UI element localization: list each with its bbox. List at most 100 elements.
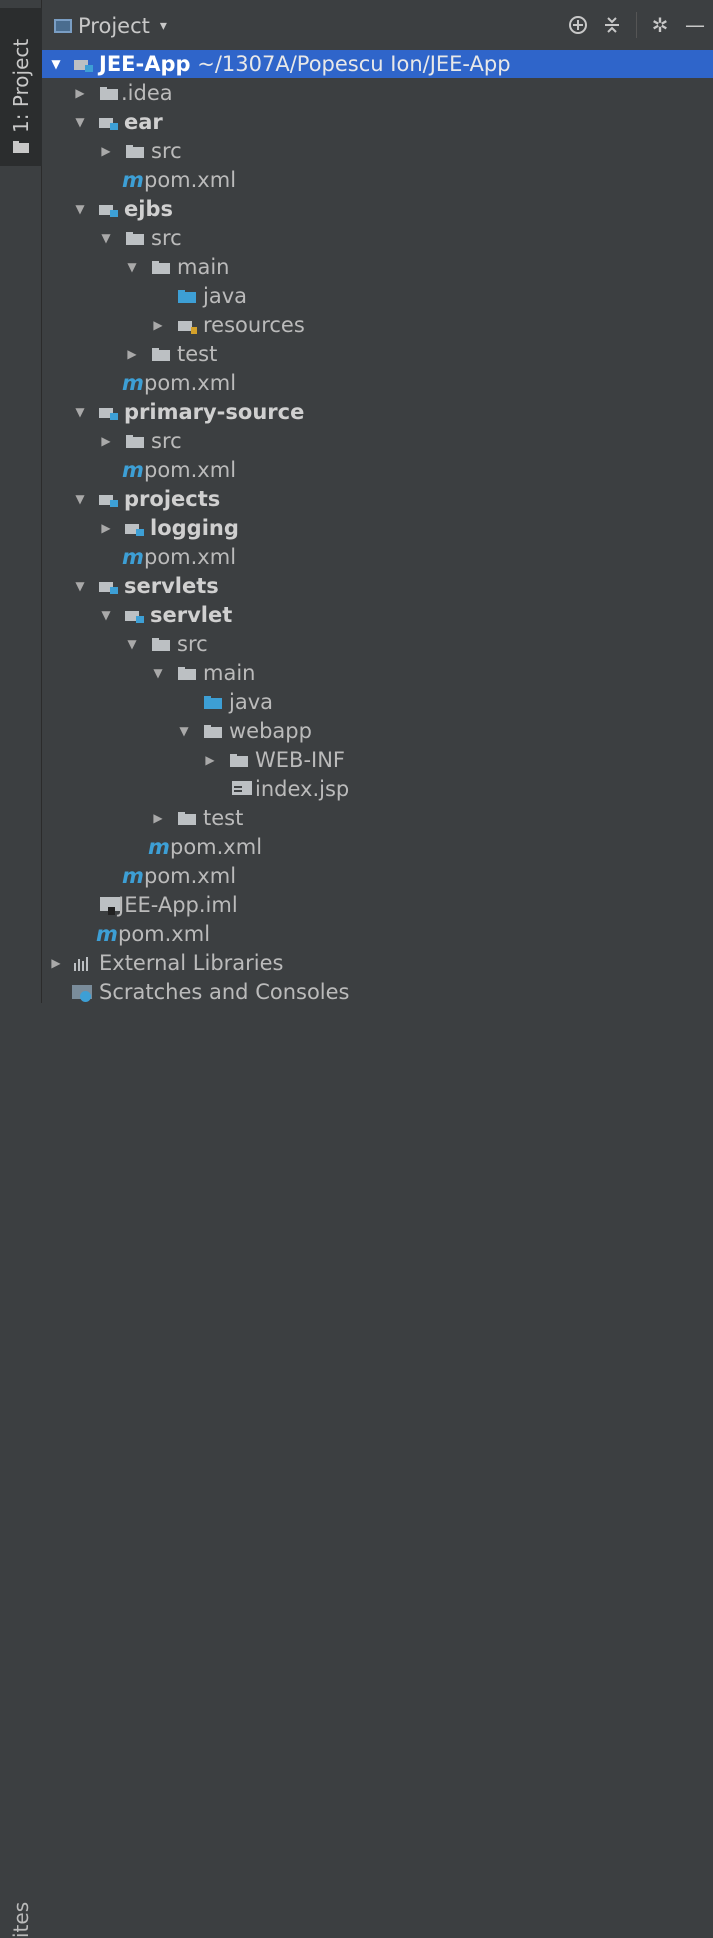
folder-icon bbox=[126, 145, 146, 159]
tree-row[interactable]: m pom.xml bbox=[42, 833, 713, 862]
expand-arrow-icon[interactable]: ▼ bbox=[72, 195, 88, 224]
expand-arrow-icon[interactable]: ▼ bbox=[48, 50, 64, 79]
module-icon bbox=[125, 609, 145, 623]
tree-row[interactable]: ▼ servlet bbox=[42, 601, 713, 630]
tree-row[interactable]: ▶ .idea bbox=[42, 79, 713, 108]
tree-item-label: WEB-INF bbox=[255, 748, 345, 772]
tree-row[interactable]: ▶ External Libraries bbox=[42, 949, 713, 978]
tree-row[interactable]: ▼ projects bbox=[42, 485, 713, 514]
tree-row[interactable]: ▼ ear bbox=[42, 108, 713, 137]
expand-arrow-icon[interactable]: ▶ bbox=[98, 137, 114, 166]
gear-icon[interactable]: ✲ bbox=[648, 12, 672, 38]
target-icon[interactable] bbox=[566, 12, 590, 38]
folder-icon bbox=[126, 435, 146, 449]
tree-row[interactable]: ▼ servlets bbox=[42, 572, 713, 601]
module-icon bbox=[74, 58, 94, 72]
source-folder-icon bbox=[178, 290, 198, 304]
expand-arrow-icon[interactable]: ▶ bbox=[202, 746, 218, 775]
folder-icon bbox=[152, 261, 172, 275]
expand-arrow-icon[interactable]: ▼ bbox=[98, 601, 114, 630]
tree-item-label: test bbox=[203, 806, 244, 830]
folder-icon bbox=[178, 812, 198, 826]
tree-row[interactable]: ▼ primary-source bbox=[42, 398, 713, 427]
module-icon bbox=[125, 522, 145, 536]
tree-row[interactable]: ▶ WEB-INF bbox=[42, 746, 713, 775]
tree-row[interactable]: m pom.xml bbox=[42, 862, 713, 891]
expand-arrow-icon[interactable]: ▼ bbox=[72, 572, 88, 601]
project-tool-tab-label: 1: Project bbox=[9, 38, 33, 133]
tree-row[interactable]: ▼ src bbox=[42, 224, 713, 253]
project-tool-tab[interactable]: 1: Project bbox=[0, 8, 42, 166]
view-selector[interactable]: Project ▾ bbox=[54, 12, 167, 40]
tree-row[interactable]: ▼ src bbox=[42, 630, 713, 659]
folder-icon bbox=[13, 141, 29, 153]
tree-item-label: index.jsp bbox=[255, 777, 350, 801]
expand-arrow-icon[interactable]: ▼ bbox=[150, 659, 166, 688]
tree-row[interactable]: ▼ main bbox=[42, 253, 713, 282]
tree-item-label: src bbox=[177, 632, 208, 656]
expand-arrow-icon[interactable]: ▶ bbox=[150, 311, 166, 340]
expand-arrow-icon[interactable]: ▼ bbox=[176, 717, 192, 746]
tree-item-label: ejbs bbox=[124, 197, 173, 221]
expand-arrow-icon[interactable]: ▼ bbox=[124, 630, 140, 659]
tree-row[interactable]: JEE-App.iml bbox=[42, 891, 713, 920]
module-icon bbox=[99, 580, 119, 594]
tree-row[interactable]: m pom.xml bbox=[42, 369, 713, 398]
tree-item-label: logging bbox=[150, 516, 239, 540]
tree-row[interactable]: index.jsp bbox=[42, 775, 713, 804]
tree-row[interactable]: ▶ resources bbox=[42, 311, 713, 340]
tree-item-label: webapp bbox=[229, 719, 312, 743]
tree-item-label: JEE-App.iml bbox=[118, 893, 238, 917]
expand-arrow-icon[interactable]: ▶ bbox=[72, 79, 88, 108]
module-icon bbox=[99, 203, 119, 217]
tree-row[interactable]: java bbox=[42, 282, 713, 311]
tree-row[interactable]: ▶ logging bbox=[42, 514, 713, 543]
tree-item-label: java bbox=[229, 690, 273, 714]
tree-item-label: pom.xml bbox=[144, 458, 237, 482]
collapse-icon[interactable] bbox=[600, 12, 624, 38]
root-module-path: ~/1307A/Popescu Ion/JEE-App bbox=[197, 52, 511, 76]
expand-arrow-icon[interactable]: ▼ bbox=[72, 485, 88, 514]
tree-item-label: projects bbox=[124, 487, 221, 511]
tree-row[interactable]: m pom.xml bbox=[42, 166, 713, 195]
tree-row[interactable]: m pom.xml bbox=[42, 920, 713, 949]
expand-arrow-icon[interactable]: ▼ bbox=[124, 253, 140, 282]
expand-arrow-icon[interactable]: ▼ bbox=[72, 108, 88, 137]
tree-item-label: servlet bbox=[150, 603, 233, 627]
expand-arrow-icon[interactable]: ▼ bbox=[72, 398, 88, 427]
expand-arrow-icon[interactable]: ▶ bbox=[98, 514, 114, 543]
expand-arrow-icon[interactable]: ▼ bbox=[98, 224, 114, 253]
tree-item-label: servlets bbox=[124, 574, 219, 598]
tree-row-root[interactable]: ▼ JEE-App ~/1307A/Popescu Ion/JEE-App bbox=[42, 50, 713, 78]
module-icon bbox=[99, 493, 119, 507]
tree-item-label: pom.xml bbox=[170, 835, 263, 859]
maven-icon: m bbox=[122, 371, 144, 395]
tree-row[interactable]: java bbox=[42, 688, 713, 717]
tree-item-label: resources bbox=[203, 313, 305, 337]
folder-icon bbox=[152, 638, 172, 652]
tree-item-label: pom.xml bbox=[144, 168, 237, 192]
tree-item-label: main bbox=[177, 255, 230, 279]
tree-row[interactable]: ▼ webapp bbox=[42, 717, 713, 746]
tree-row[interactable]: m pom.xml bbox=[42, 456, 713, 485]
tree-item-label: pom.xml bbox=[144, 371, 237, 395]
tree-row[interactable]: ▶ src bbox=[42, 427, 713, 456]
tree-row[interactable]: ▶ test bbox=[42, 340, 713, 369]
expand-arrow-icon[interactable]: ▶ bbox=[48, 949, 64, 978]
minimize-icon[interactable]: — bbox=[683, 12, 707, 38]
tree-row[interactable]: m pom.xml bbox=[42, 543, 713, 572]
favorites-tool-tab[interactable]: ites bbox=[0, 935, 42, 1938]
tree-row[interactable]: ▼ ejbs bbox=[42, 195, 713, 224]
expand-arrow-icon[interactable]: ▶ bbox=[150, 804, 166, 833]
tree-item-label: .idea bbox=[121, 81, 173, 105]
tree-item-label: main bbox=[203, 661, 256, 685]
expand-arrow-icon[interactable]: ▶ bbox=[124, 340, 140, 369]
header-separator bbox=[636, 12, 637, 38]
tree-row[interactable]: ▶ test bbox=[42, 804, 713, 833]
tree-row[interactable]: ▶ src bbox=[42, 137, 713, 166]
tree-item-label: test bbox=[177, 342, 218, 366]
project-view-icon bbox=[54, 19, 72, 33]
tree-row[interactable]: ▼ main bbox=[42, 659, 713, 688]
favorites-tool-tab-label: ites bbox=[9, 1901, 33, 1938]
expand-arrow-icon[interactable]: ▶ bbox=[98, 427, 114, 456]
